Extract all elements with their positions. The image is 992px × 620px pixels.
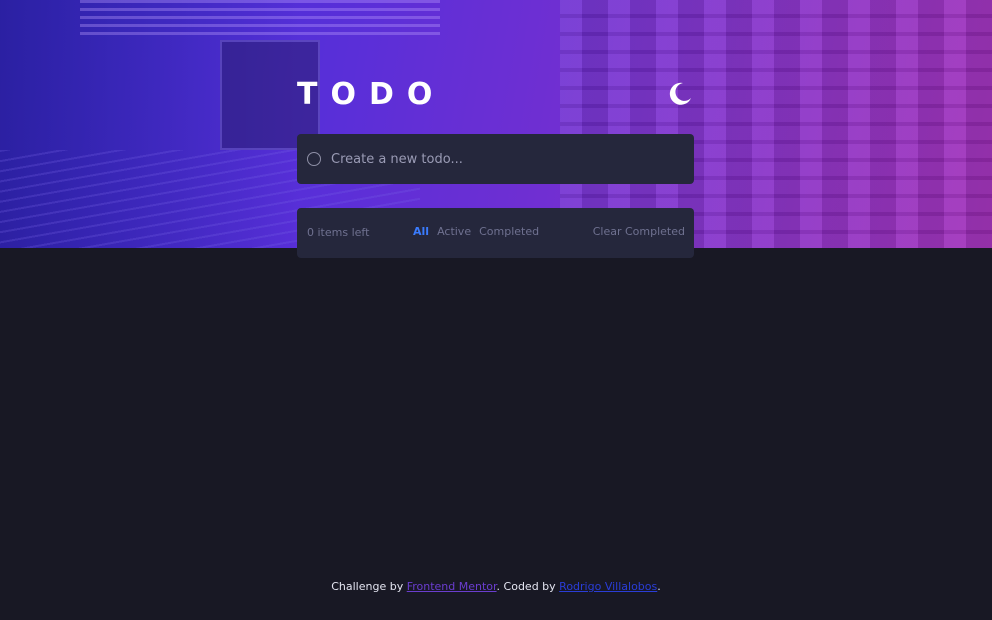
clear-completed-button[interactable]: Clear Completed: [593, 225, 685, 238]
attribution: Challenge by Frontend Mentor. Coded by R…: [0, 580, 992, 593]
filter-group: All Active Completed: [413, 225, 539, 238]
theme-toggle-button[interactable]: [666, 80, 694, 108]
app-title: TODO: [297, 77, 446, 112]
moon-icon: [669, 82, 691, 105]
author-link[interactable]: Rodrigo Villalobos: [559, 580, 657, 593]
attribution-middle: . Coded by: [496, 580, 556, 593]
todo-list-footer: 0 items left All Active Completed Clear …: [297, 208, 694, 258]
filter-active-button[interactable]: Active: [437, 225, 471, 238]
frontend-mentor-link[interactable]: Frontend Mentor: [407, 580, 497, 593]
new-todo-card: [297, 134, 694, 184]
attribution-suffix: .: [657, 580, 661, 593]
filter-all-button[interactable]: All: [413, 225, 429, 238]
new-todo-check-circle-icon[interactable]: [307, 152, 321, 166]
new-todo-input[interactable]: [331, 147, 681, 171]
attribution-prefix: Challenge by: [331, 580, 404, 593]
hero-ceiling-lights: [80, 0, 440, 40]
items-left-count: 0 items left: [307, 226, 370, 239]
filter-completed-button[interactable]: Completed: [479, 225, 539, 238]
